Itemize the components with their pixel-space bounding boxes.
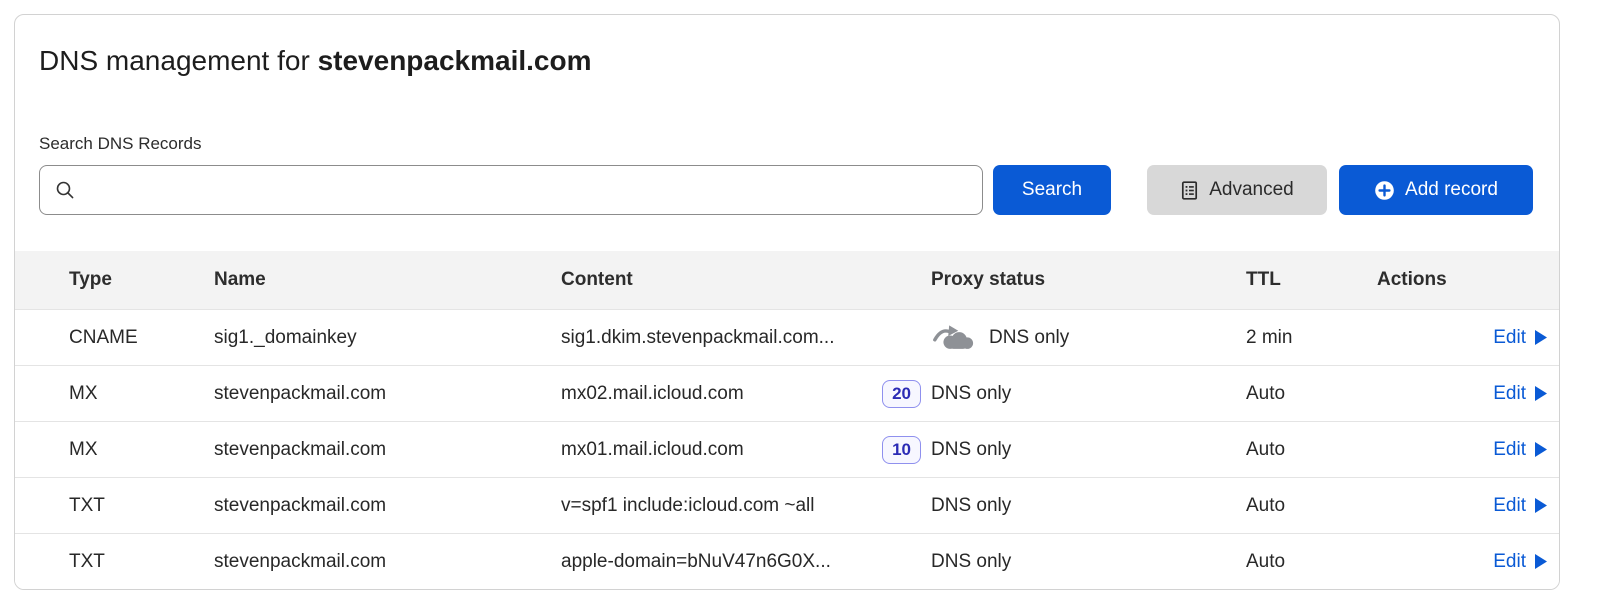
column-header-ttl: TTL (1246, 269, 1377, 291)
search-button[interactable]: Search (993, 165, 1111, 215)
advanced-button-label: Advanced (1209, 179, 1294, 201)
record-ttl: Auto (1246, 383, 1377, 405)
column-header-actions: Actions (1377, 269, 1547, 291)
chevron-right-icon (1535, 386, 1547, 401)
edit-record-link[interactable]: Edit (1493, 327, 1547, 349)
table-row: CNAME sig1._domainkey sig1.dkim.stevenpa… (15, 309, 1559, 365)
chevron-right-icon (1535, 442, 1547, 457)
record-content: mx02.mail.icloud.com (561, 383, 744, 405)
record-type: MX (69, 439, 214, 461)
search-icon (54, 179, 76, 201)
record-content: sig1.dkim.stevenpackmail.com... (561, 327, 835, 349)
search-label: Search DNS Records (39, 133, 1535, 155)
mx-priority-badge: 10 (882, 436, 921, 464)
chevron-right-icon (1535, 330, 1547, 345)
record-type: TXT (69, 495, 214, 517)
edit-label: Edit (1493, 327, 1526, 349)
chevron-right-icon (1535, 554, 1547, 569)
record-type: MX (69, 383, 214, 405)
column-header-name: Name (214, 269, 561, 291)
page-title: DNS management for stevenpackmail.com (39, 43, 1535, 79)
add-record-button-label: Add record (1405, 179, 1498, 201)
record-name: stevenpackmail.com (214, 551, 561, 573)
column-header-content: Content (561, 269, 931, 291)
record-name: stevenpackmail.com (214, 383, 561, 405)
edit-label: Edit (1493, 439, 1526, 461)
record-ttl: Auto (1246, 551, 1377, 573)
mx-priority-badge: 20 (882, 380, 921, 408)
record-name: stevenpackmail.com (214, 439, 561, 461)
column-header-type: Type (69, 269, 214, 291)
table-row: MX stevenpackmail.com mx01.mail.icloud.c… (15, 421, 1559, 477)
table-row: MX stevenpackmail.com mx02.mail.icloud.c… (15, 365, 1559, 421)
record-ttl: 2 min (1246, 327, 1377, 349)
search-button-label: Search (1022, 179, 1082, 201)
edit-record-link[interactable]: Edit (1493, 439, 1547, 461)
page-title-domain: stevenpackmail.com (318, 45, 592, 76)
plus-circle-icon (1374, 180, 1395, 201)
record-content: apple-domain=bNuV47n6G0X... (561, 551, 831, 573)
search-input[interactable] (86, 179, 968, 202)
chevron-right-icon (1535, 498, 1547, 513)
edit-label: Edit (1493, 383, 1526, 405)
record-content: v=spf1 include:icloud.com ~all (561, 495, 814, 517)
cloud-dns-only-icon (931, 320, 975, 356)
record-name: stevenpackmail.com (214, 495, 561, 517)
table-header-row: Type Name Content Proxy status TTL Actio… (15, 251, 1559, 309)
record-ttl: Auto (1246, 495, 1377, 517)
list-document-icon (1180, 180, 1199, 201)
edit-label: Edit (1493, 495, 1526, 517)
record-type: CNAME (69, 327, 214, 349)
search-toolbar: Search Advanced (39, 165, 1535, 215)
advanced-button[interactable]: Advanced (1147, 165, 1327, 215)
table-row: TXT stevenpackmail.com v=spf1 include:ic… (15, 477, 1559, 533)
edit-record-link[interactable]: Edit (1493, 383, 1547, 405)
proxy-status-text: DNS only (931, 551, 1011, 573)
column-header-proxy-status: Proxy status (931, 269, 1246, 291)
record-type: TXT (69, 551, 214, 573)
edit-record-link[interactable]: Edit (1493, 551, 1547, 573)
proxy-status-text: DNS only (989, 327, 1069, 349)
add-record-button[interactable]: Add record (1339, 165, 1533, 215)
page-title-prefix: DNS management for (39, 45, 310, 76)
proxy-status-text: DNS only (931, 383, 1011, 405)
search-box (39, 165, 983, 215)
record-name: sig1._domainkey (214, 327, 561, 349)
edit-label: Edit (1493, 551, 1526, 573)
proxy-status-text: DNS only (931, 495, 1011, 517)
dns-records-table: Type Name Content Proxy status TTL Actio… (15, 251, 1559, 589)
record-ttl: Auto (1246, 439, 1377, 461)
edit-record-link[interactable]: Edit (1493, 495, 1547, 517)
record-content: mx01.mail.icloud.com (561, 439, 744, 461)
table-row: TXT stevenpackmail.com apple-domain=bNuV… (15, 533, 1559, 589)
dns-management-panel: DNS management for stevenpackmail.com Se… (14, 14, 1560, 590)
proxy-status-text: DNS only (931, 439, 1011, 461)
